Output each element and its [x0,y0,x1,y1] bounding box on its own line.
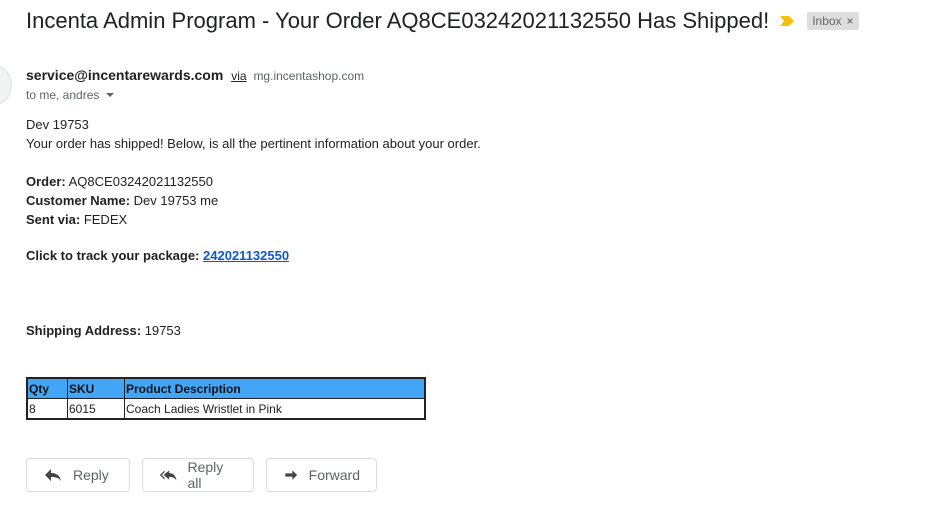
track-package-link[interactable]: 242021132550 [203,248,289,263]
order-label: Order: [26,174,66,189]
via-link[interactable]: via [231,69,246,83]
customer-label: Customer Name: [26,193,131,208]
track-label: Click to track your package: [26,248,200,263]
subject-row: Incenta Admin Program - Your Order AQ8CE… [26,8,859,34]
reply-label: Reply [73,467,109,483]
customer-value: Dev 19753 me [133,193,219,208]
intro-text: Your order has shipped! Below, is all th… [26,136,481,151]
reply-all-button[interactable]: Reply all [142,458,254,492]
reply-all-label: Reply all [187,459,224,491]
email-subject: Incenta Admin Program - Your Order AQ8CE… [26,8,770,33]
track-line: Click to track your package: 24202113255… [26,246,481,265]
cell-sku: 6015 [67,398,125,420]
table-header-row: Qty SKU Product Description [26,377,426,399]
forward-icon [285,470,298,480]
greeting: Dev 19753 [26,117,89,132]
avatar[interactable] [0,64,12,106]
customer-line: Customer Name: Dev 19753 me [26,191,481,210]
sent-line: Sent via: FEDEX [26,210,481,229]
forward-label: Forward [308,467,360,483]
cell-product-description: Coach Ladies Wristlet in Pink [124,398,426,420]
table-row: 8 6015 Coach Ladies Wristlet in Pink [26,398,426,420]
reply-all-icon [159,470,177,481]
email-body: Dev 19753 Your order has shipped! Below,… [26,115,481,340]
reply-icon [45,469,61,481]
sender-line: service@incentarewards.com via mg.incent… [26,67,364,83]
importance-marker-icon[interactable] [779,15,795,27]
shipping-label: Shipping Address: [26,323,142,338]
email-view: Incenta Admin Program - Your Order AQ8CE… [0,0,927,515]
forward-button[interactable]: Forward [266,458,377,492]
order-items-table: Qty SKU Product Description 8 6015 Coach… [26,377,426,420]
cell-qty: 8 [26,398,68,420]
inbox-label-chip: Inbox × [807,12,859,30]
header-sku: SKU [67,377,125,399]
chevron-down-icon[interactable] [106,93,115,97]
shipping-line: Shipping Address: 19753 [26,321,481,340]
header-qty: Qty [26,377,68,399]
sender-email[interactable]: service@incentarewards.com [26,67,223,83]
sent-value: FEDEX [83,212,128,227]
via-domain: mg.incentashop.com [253,69,365,83]
recipients-line[interactable]: to me, andres [26,88,115,102]
reply-button[interactable]: Reply [26,458,130,492]
action-buttons: Reply Reply all Forward [26,458,389,492]
order-value: AQ8CE03242021132550 [68,174,213,189]
remove-label-icon[interactable]: × [847,14,854,28]
header-product-description: Product Description [124,377,426,399]
inbox-label-text: Inbox [812,14,842,28]
sent-label: Sent via: [26,212,81,227]
recipients-text: to me, andres [26,88,100,102]
order-line: Order: AQ8CE03242021132550 [26,172,481,191]
shipping-value: 19753 [144,323,181,338]
